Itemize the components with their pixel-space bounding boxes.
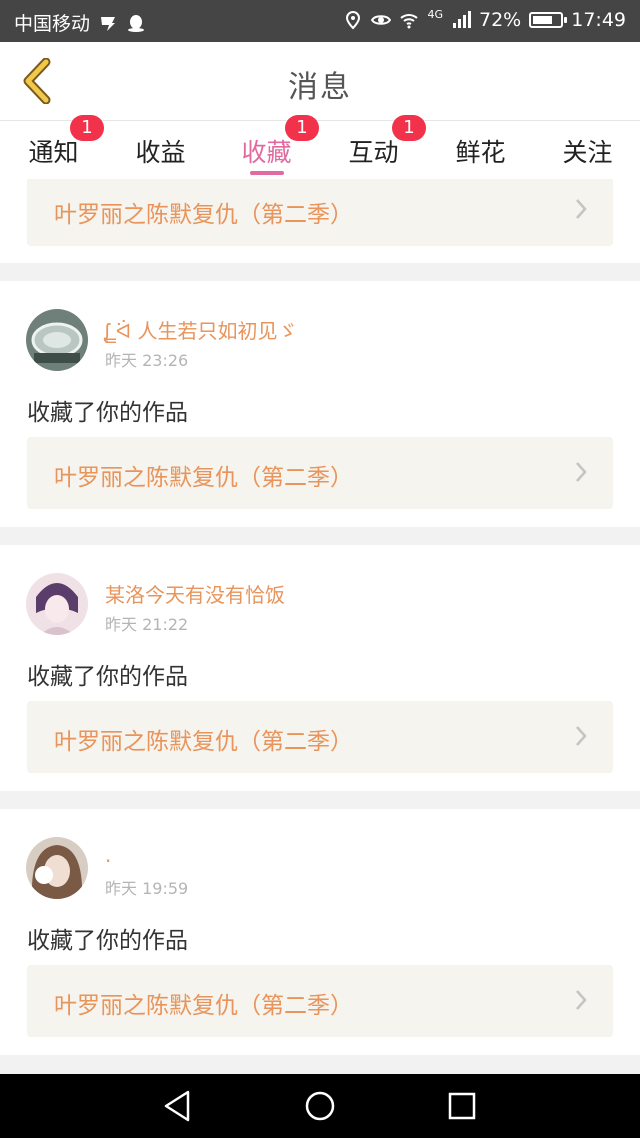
qq-icon — [128, 14, 145, 32]
timestamp: 昨天 21:22 — [105, 615, 189, 634]
tab-label: 鲜花 — [455, 138, 506, 167]
chevron-right-icon — [576, 462, 587, 482]
battery-percent: 72% — [479, 9, 522, 31]
tab-bar: 通知 1 收益 收藏 1 互动 1 鲜花 关注 — [0, 115, 640, 179]
notification-badge: 1 — [70, 115, 104, 141]
system-nav-bar — [0, 1074, 640, 1138]
home-circle-icon[interactable] — [302, 1088, 338, 1124]
favorites-feed: 叶罗丽之陈默复仇（第二季） ᶘ ̳ᐛ 人生若只如初见ゞ 昨天 23:26 收藏了… — [0, 179, 640, 1074]
clock: 17:49 — [571, 9, 626, 31]
list-item: 叶罗丽之陈默复仇（第二季） — [0, 179, 640, 263]
list-item: . 昨天 19:59 收藏了你的作品 叶罗丽之陈默复仇（第二季） — [0, 809, 640, 1055]
avatar[interactable] — [26, 573, 88, 635]
chevron-right-icon — [576, 726, 587, 746]
chevron-right-icon — [576, 199, 587, 219]
carrier-name: 中国移动 — [14, 13, 91, 35]
tab-label: 关注 — [562, 138, 613, 167]
active-tab-indicator — [249, 171, 284, 175]
recents-square-icon[interactable] — [444, 1088, 480, 1124]
work-title: 叶罗丽之陈默复仇（第二季） — [54, 202, 353, 228]
list-item: ᶘ ̳ᐛ 人生若只如初见ゞ 昨天 23:26 收藏了你的作品 叶罗丽之陈默复仇（… — [0, 281, 640, 527]
location-icon — [346, 10, 361, 30]
tab-following[interactable]: 关注 — [534, 121, 640, 179]
work-link[interactable]: 叶罗丽之陈默复仇（第二季） — [27, 179, 613, 246]
username[interactable]: 某洛今天有没有恰饭 — [105, 579, 285, 608]
tab-interactions[interactable]: 互动 1 — [320, 115, 427, 179]
tab-label: 收益 — [135, 138, 186, 167]
back-triangle-icon[interactable] — [160, 1088, 196, 1124]
tab-earnings[interactable]: 收益 — [107, 121, 214, 179]
battery-icon — [529, 12, 568, 28]
chevron-right-icon — [576, 990, 587, 1010]
network-type: 4G — [427, 7, 443, 21]
timestamp: 昨天 23:26 — [105, 351, 189, 370]
app-header: 消息 — [0, 42, 640, 120]
tab-favorites[interactable]: 收藏 1 — [213, 115, 320, 179]
work-title: 叶罗丽之陈默复仇（第二季） — [54, 993, 353, 1019]
eye-icon — [371, 15, 392, 25]
app-notification-icon — [101, 16, 116, 31]
timestamp: 昨天 19:59 — [105, 879, 189, 898]
tab-notifications[interactable]: 通知 1 — [0, 115, 107, 179]
tab-label: 收藏 — [241, 138, 292, 167]
activity-text: 收藏了你的作品 — [27, 400, 188, 426]
activity-text: 收藏了你的作品 — [27, 928, 188, 954]
interactions-badge: 1 — [392, 115, 426, 141]
wifi-icon — [400, 14, 419, 29]
work-link[interactable]: 叶罗丽之陈默复仇（第二季） — [27, 701, 613, 773]
tab-label: 互动 — [348, 138, 399, 167]
tab-label: 通知 — [28, 138, 79, 167]
username[interactable]: ᶘ ̳ᐛ 人生若只如初见ゞ — [105, 315, 298, 344]
work-link[interactable]: 叶罗丽之陈默复仇（第二季） — [27, 965, 613, 1037]
work-link[interactable]: 叶罗丽之陈默复仇（第二季） — [27, 437, 613, 509]
work-title: 叶罗丽之陈默复仇（第二季） — [54, 465, 353, 491]
page-title: 消息 — [288, 70, 352, 105]
tab-flowers[interactable]: 鲜花 — [427, 121, 534, 179]
avatar[interactable] — [26, 837, 88, 899]
signal-icon — [453, 11, 471, 28]
status-bar: 中国移动 4G 72% 17:49 — [0, 0, 640, 42]
favorites-badge: 1 — [285, 115, 319, 141]
username[interactable]: . — [105, 843, 111, 867]
activity-text: 收藏了你的作品 — [27, 664, 188, 690]
avatar[interactable] — [26, 309, 88, 371]
work-title: 叶罗丽之陈默复仇（第二季） — [54, 729, 353, 755]
list-item: 某洛今天有没有恰饭 昨天 21:22 收藏了你的作品 叶罗丽之陈默复仇（第二季） — [0, 545, 640, 791]
